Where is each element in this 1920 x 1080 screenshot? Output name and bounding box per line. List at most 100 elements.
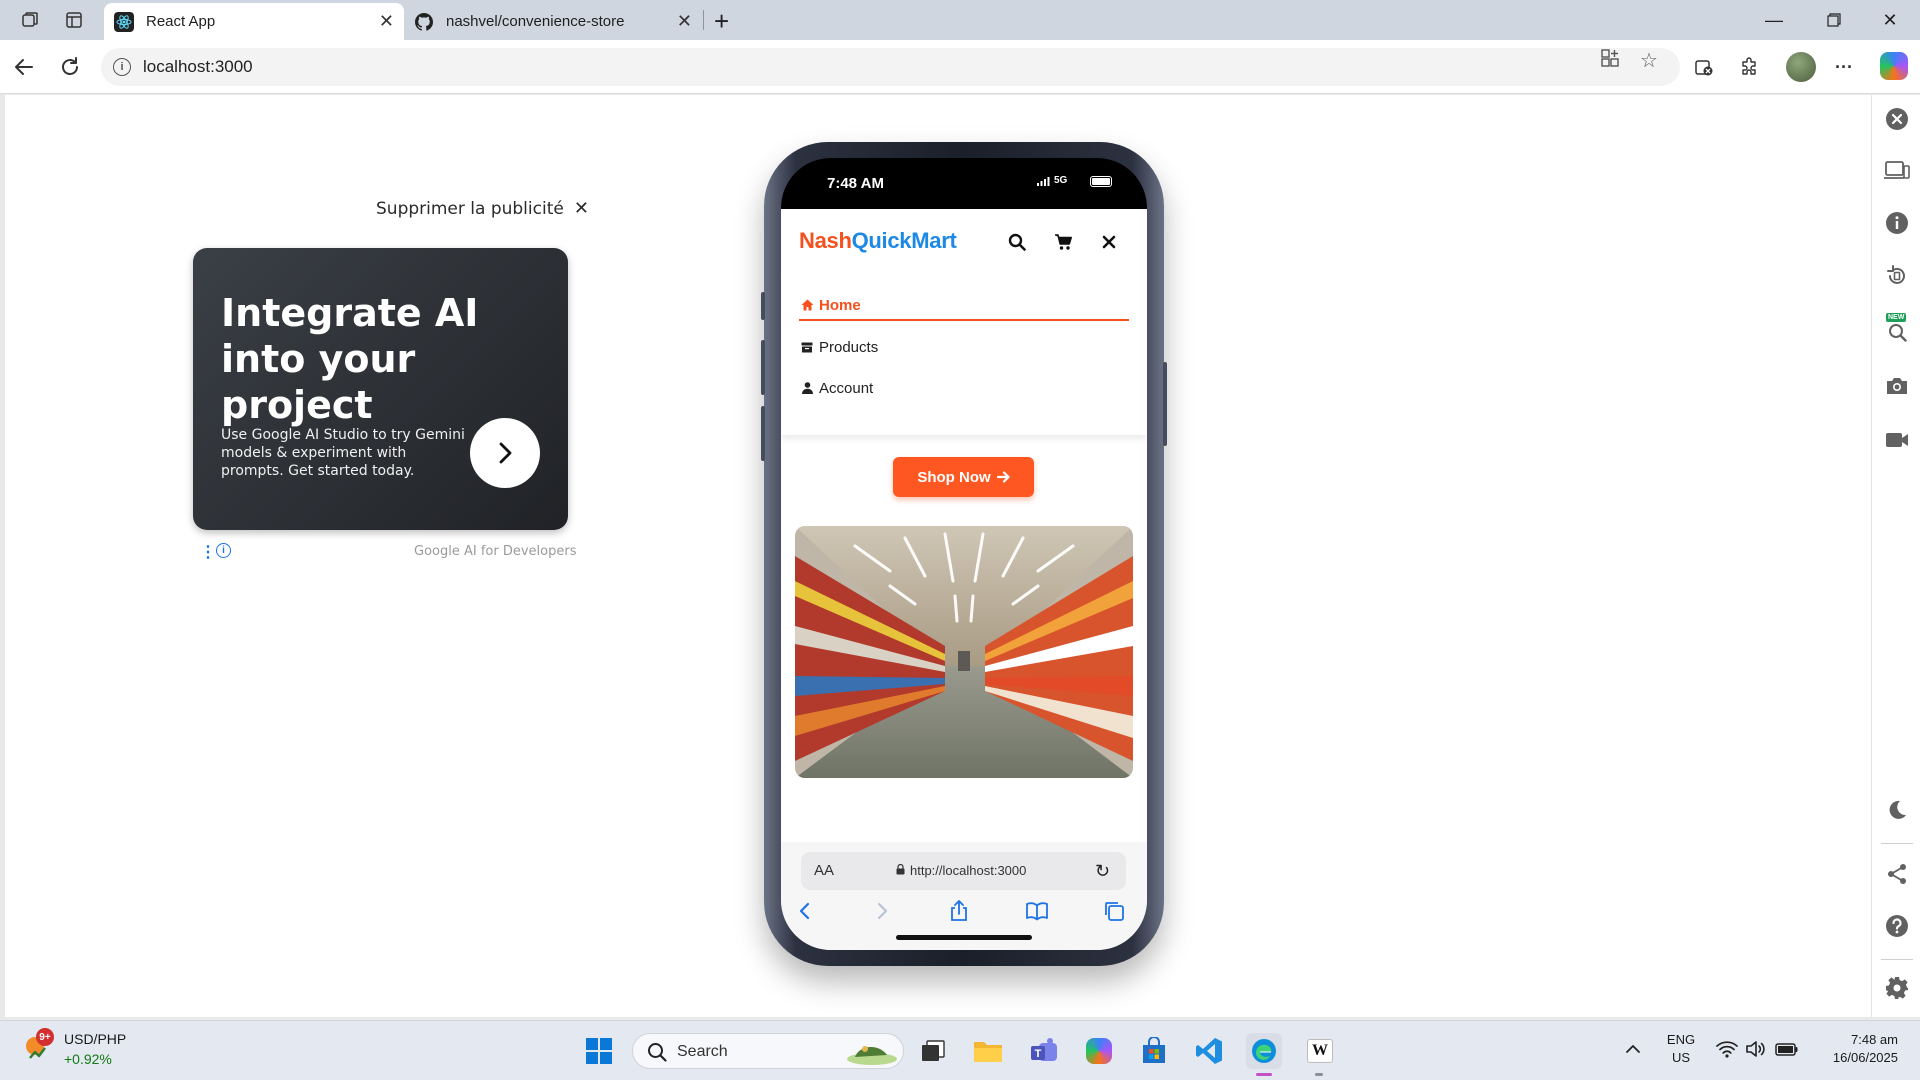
clock[interactable]: 7:48 am 16/06/2025 — [1816, 1032, 1898, 1065]
teams-icon[interactable]: T — [1026, 1033, 1062, 1069]
writer-app-icon[interactable]: W — [1302, 1033, 1338, 1069]
search-icon[interactable] — [1006, 231, 1028, 253]
safari-forward-icon[interactable] — [868, 897, 896, 925]
nav-item-label: Products — [819, 338, 879, 356]
phone-screen: 7:48 AM 5G NashQuickMart Home Products A… — [781, 158, 1147, 950]
store-app: NashQuickMart Home Products Account Shop… — [781, 209, 1147, 950]
phone-side-button — [761, 406, 765, 461]
more-menu-icon[interactable]: ··· — [1830, 53, 1858, 81]
favorite-star-icon[interactable]: ☆ — [1640, 48, 1658, 73]
refresh-icon[interactable] — [56, 53, 84, 81]
tab-title: React App — [146, 13, 216, 30]
vertical-tabs-icon[interactable] — [62, 8, 86, 32]
text-size-button[interactable]: AA — [814, 862, 834, 879]
close-icon[interactable]: ✕ — [574, 198, 589, 219]
tabs-icon[interactable] — [1100, 897, 1128, 925]
vscode-icon[interactable] — [1191, 1033, 1227, 1069]
close-menu-icon[interactable] — [1098, 231, 1120, 253]
brand-part-2: QuickMart — [851, 228, 957, 253]
info-icon[interactable] — [1884, 210, 1910, 236]
nav-menu: Home Products Account — [781, 275, 1147, 435]
box-icon — [799, 339, 815, 355]
battery-icon — [1090, 176, 1112, 187]
language-indicator[interactable]: ENG US — [1666, 1032, 1696, 1065]
close-tab-icon[interactable]: ✕ — [379, 11, 394, 32]
divider — [1881, 959, 1913, 960]
ad-brand: Google AI for Developers — [414, 544, 577, 559]
site-info-icon[interactable]: i — [113, 58, 131, 76]
nav-item-label: Account — [819, 379, 874, 397]
tab-react-app[interactable]: React App ✕ — [104, 3, 404, 40]
extensions-icon[interactable] — [1735, 53, 1763, 81]
file-explorer-icon[interactable] — [970, 1033, 1006, 1069]
wifi-icon[interactable] — [1716, 1040, 1738, 1063]
ad-options-icon[interactable]: ⋮ — [200, 542, 216, 562]
running-app-indicator — [1315, 1073, 1323, 1076]
cart-icon[interactable] — [1052, 231, 1074, 253]
share-nodes-icon[interactable] — [1884, 861, 1910, 887]
settings-gear-icon[interactable] — [1884, 975, 1910, 1001]
chevron-right-icon — [499, 442, 512, 464]
close-circle-icon[interactable] — [1884, 106, 1910, 132]
svg-text:T: T — [1035, 1048, 1042, 1060]
app-available-icon[interactable] — [1600, 48, 1620, 74]
ad-text: Use Google AI Studio to try Gemini model… — [221, 427, 465, 479]
reload-icon[interactable]: ↻ — [1095, 861, 1110, 882]
rotate-icon[interactable] — [1884, 263, 1910, 289]
workspaces-icon[interactable] — [18, 8, 42, 32]
volume-icon[interactable] — [1745, 1040, 1767, 1063]
profile-avatar[interactable] — [1786, 52, 1816, 82]
ticker-title[interactable]: USD/PHP — [64, 1031, 126, 1047]
windows-start-icon[interactable] — [581, 1033, 617, 1069]
shop-now-button[interactable]: Shop Now — [893, 457, 1034, 497]
tab-separator — [703, 10, 704, 30]
ad-info-icon[interactable]: i — [216, 543, 231, 558]
copilot-app-icon[interactable] — [1081, 1033, 1117, 1069]
bookmarks-icon[interactable] — [1023, 897, 1051, 925]
remove-ad-link[interactable]: Supprimer la publicité ✕ — [376, 198, 589, 219]
clock-time: 7:48 am — [1851, 1032, 1898, 1047]
close-window-icon[interactable]: ✕ — [1870, 6, 1910, 34]
search-highlight-image — [847, 1046, 897, 1065]
minimize-icon[interactable]: — — [1754, 6, 1794, 34]
lock-icon — [896, 864, 905, 875]
safari-url-field[interactable]: AA http://localhost:3000 ↻ — [801, 852, 1126, 890]
nav-item-home[interactable]: Home — [799, 291, 1129, 321]
new-tab-icon[interactable]: + — [714, 6, 729, 37]
nav-item-products[interactable]: Products — [799, 332, 1129, 362]
ad-arrow-button[interactable] — [470, 418, 540, 488]
zoom-icon[interactable]: NEW — [1884, 313, 1910, 343]
shop-now-label: Shop Now — [917, 468, 991, 486]
status-time: 7:48 AM — [827, 175, 884, 192]
safari-back-icon[interactable] — [791, 897, 819, 925]
show-hidden-icons[interactable] — [1624, 1040, 1644, 1060]
divider — [1881, 843, 1913, 844]
help-icon[interactable] — [1884, 913, 1910, 939]
taskbar-search[interactable]: Search — [632, 1033, 904, 1069]
tab-github[interactable]: nashvel/convenience-store ✕ — [404, 3, 702, 40]
language-code: ENG — [1666, 1032, 1696, 1047]
github-icon — [414, 12, 434, 32]
nav-item-account[interactable]: Account — [799, 373, 1129, 403]
back-icon[interactable] — [10, 53, 38, 81]
edge-icon[interactable] — [1246, 1033, 1282, 1069]
brand-part-1: Nash — [799, 228, 852, 253]
search-icon — [648, 1043, 667, 1062]
copilot-icon[interactable] — [1880, 52, 1908, 80]
url-field[interactable]: i localhost:3000 — [101, 48, 1680, 86]
video-icon[interactable] — [1884, 427, 1910, 453]
ad-card[interactable]: Integrate AI into your project Use Googl… — [193, 248, 568, 530]
share-icon[interactable] — [945, 897, 973, 925]
close-tab-icon[interactable]: ✕ — [677, 11, 692, 32]
arrow-right-icon — [996, 471, 1010, 483]
camera-icon[interactable] — [1884, 373, 1910, 399]
dark-mode-icon[interactable] — [1884, 797, 1910, 823]
battery-icon[interactable] — [1775, 1041, 1799, 1062]
restore-icon[interactable] — [1814, 6, 1854, 34]
extension-shield-icon[interactable] — [1690, 53, 1718, 81]
store-logo[interactable]: NashQuickMart — [799, 228, 957, 254]
store-icon[interactable] — [1136, 1033, 1172, 1069]
device-icon[interactable] — [1884, 157, 1910, 183]
task-view-icon[interactable] — [915, 1033, 951, 1069]
clock-date: 16/06/2025 — [1832, 1050, 1898, 1065]
